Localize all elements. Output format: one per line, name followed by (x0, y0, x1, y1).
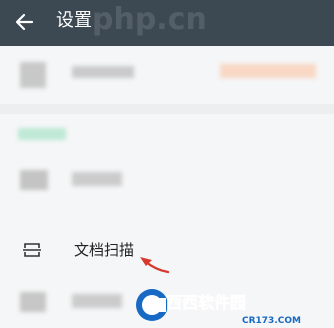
blurred-setting-row[interactable] (0, 154, 334, 210)
watermark-text: php.cn (92, 2, 207, 37)
blurred-icon (20, 170, 48, 190)
watermark-logo: 西西软件园 CR173.COM (136, 289, 301, 326)
arrow-left-icon[interactable] (12, 9, 38, 35)
app-bar: 设置 php.cn (0, 0, 334, 46)
blurred-avatar (20, 62, 46, 88)
blurred-icon (20, 292, 46, 312)
document-scan-label: 文档扫描 (74, 241, 135, 259)
logo-brand: 西西软件园 (166, 293, 246, 312)
blurred-text (72, 172, 122, 186)
blurred-account-row[interactable] (0, 46, 334, 104)
annotation-arrow-icon (140, 257, 170, 274)
section-divider (0, 104, 334, 114)
blurred-badge (220, 64, 316, 78)
logo-domain: CR173.COM (242, 316, 301, 326)
scan-icon (23, 243, 41, 257)
blurred-tag (18, 128, 66, 140)
blurred-text (72, 66, 134, 78)
blurred-section-header (0, 114, 334, 154)
page-title: 设置 (56, 10, 92, 31)
blurred-text (72, 294, 122, 308)
